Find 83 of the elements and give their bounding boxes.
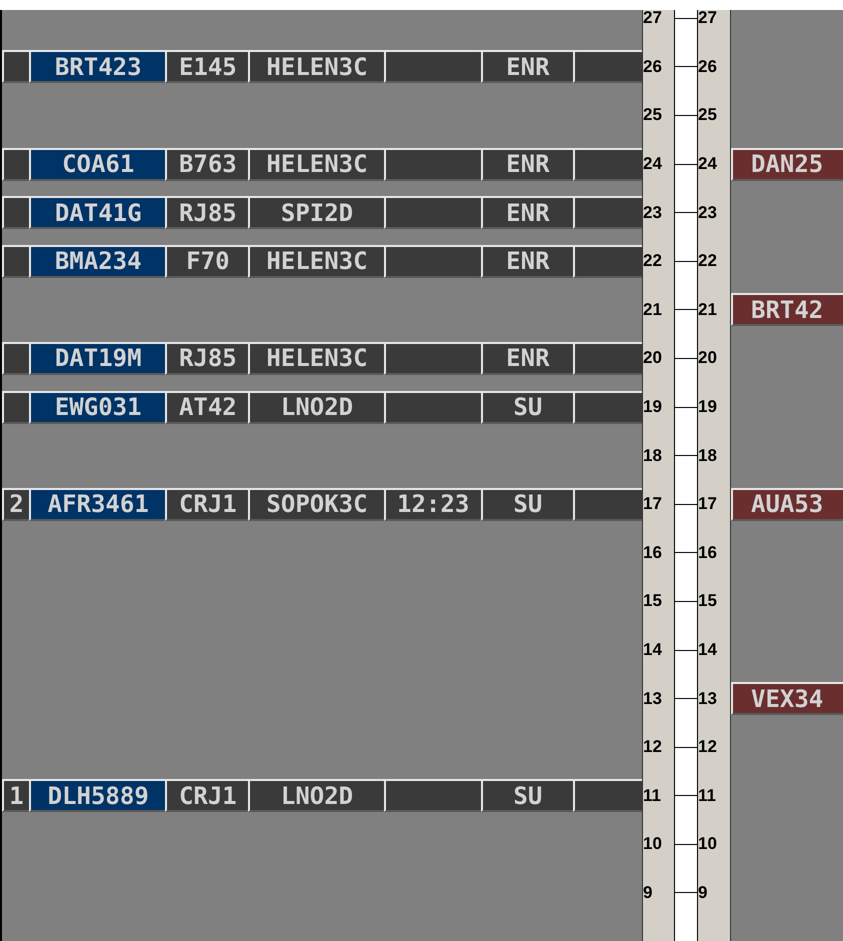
callsign-cell[interactable]: DAT19M (28, 342, 166, 375)
scale-label: 9 (698, 882, 708, 903)
scale-label: 23 (643, 202, 662, 223)
flight-strip[interactable]: BRT42 (731, 293, 843, 326)
scale-label: 18 (698, 446, 717, 466)
scale-label: 25 (698, 105, 717, 126)
scale-label: 23 (698, 202, 717, 223)
scale-label: 27 (698, 10, 717, 28)
strip-cell (2, 50, 29, 84)
scale-label: 25 (643, 105, 662, 126)
route-cell: SPI2D (248, 196, 384, 230)
strip-cell (2, 244, 29, 278)
callsign-cell[interactable]: AFR3461 (28, 488, 166, 521)
scale-label: 26 (643, 56, 662, 77)
scale-label: 26 (698, 56, 717, 77)
route-cell: HELEN3C (248, 342, 384, 375)
aircraft-type-cell: E145 (165, 50, 248, 84)
scale-label: 15 (698, 591, 717, 612)
aircraft-type-cell: AT42 (165, 390, 248, 424)
status-cell: ENR (480, 148, 574, 181)
aircraft-type-cell: CRJ1 (165, 779, 248, 812)
scale-label: 17 (698, 494, 717, 514)
time-cell: 12:23 (384, 488, 480, 521)
status-cell: ENR (480, 342, 574, 375)
aircraft-type-cell: F70 (165, 244, 248, 278)
strip-cell (2, 390, 29, 424)
scale-label: 22 (643, 251, 662, 272)
status-cell: SU (480, 779, 574, 812)
flight-strip[interactable]: AUA53 (731, 488, 843, 521)
sequence-cell: 1 (2, 779, 29, 812)
scale-label: 10 (698, 834, 717, 854)
flight-strip[interactable]: DAN25 (731, 148, 843, 181)
scale-label: 21 (643, 300, 662, 320)
aircraft-type-cell: CRJ1 (165, 488, 248, 521)
aircraft-type-cell: B763 (165, 148, 248, 181)
callsign-cell[interactable]: BRT423 (28, 50, 166, 84)
scale-label: 11 (643, 786, 661, 806)
scale-label: 12 (698, 737, 717, 758)
route-cell: HELEN3C (248, 148, 384, 181)
route-cell: LNO2D (248, 390, 384, 424)
scale-label: 16 (643, 542, 662, 563)
status-cell: ENR (480, 50, 574, 84)
scale-label: 13 (698, 688, 717, 709)
strip-cell (2, 342, 29, 375)
scale-label: 18 (643, 446, 662, 466)
scale-label: 27 (643, 10, 662, 28)
aircraft-type-cell: RJ85 (165, 342, 248, 375)
scale-label: 10 (643, 834, 662, 854)
scale-label: 19 (698, 397, 717, 418)
scale-label: 9 (643, 882, 652, 903)
status-cell: SU (480, 488, 574, 521)
scale-label: 20 (643, 348, 662, 368)
status-cell: SU (480, 390, 574, 424)
scale-label: 22 (698, 251, 717, 272)
scale-label: 15 (643, 591, 662, 612)
scale-label: 12 (643, 737, 662, 758)
callsign-cell[interactable]: EWG031 (28, 390, 166, 424)
status-cell: ENR (480, 244, 574, 278)
scale-label: 24 (643, 154, 662, 174)
callsign-cell[interactable]: COA61 (28, 148, 166, 181)
scale-label: 17 (643, 494, 662, 514)
aircraft-type-cell: RJ85 (165, 196, 248, 230)
scale-label: 20 (698, 348, 717, 368)
scale-label: 16 (698, 542, 717, 563)
scale-label: 24 (698, 154, 717, 174)
sequence-cell: 2 (2, 488, 29, 521)
route-cell: HELEN3C (248, 244, 384, 278)
scale-label: 21 (698, 300, 717, 320)
status-cell: ENR (480, 196, 574, 230)
callsign-cell[interactable]: DAT41G (28, 196, 166, 230)
route-cell: LNO2D (248, 779, 384, 812)
route-cell: SOPOK3C (248, 488, 384, 521)
callsign-cell[interactable]: DLH5889 (28, 779, 166, 812)
scale-label: 14 (698, 640, 717, 660)
route-cell: HELEN3C (248, 50, 384, 84)
scale-label: 11 (698, 786, 716, 806)
scale-label: 14 (643, 640, 662, 660)
scale-label: 13 (643, 688, 662, 709)
strip-cell (2, 148, 29, 181)
strip-cell (2, 196, 29, 230)
callsign-cell[interactable]: BMA234 (28, 244, 166, 278)
scale-label: 19 (643, 397, 662, 418)
flight-strip[interactable]: VEX34 (731, 682, 843, 716)
